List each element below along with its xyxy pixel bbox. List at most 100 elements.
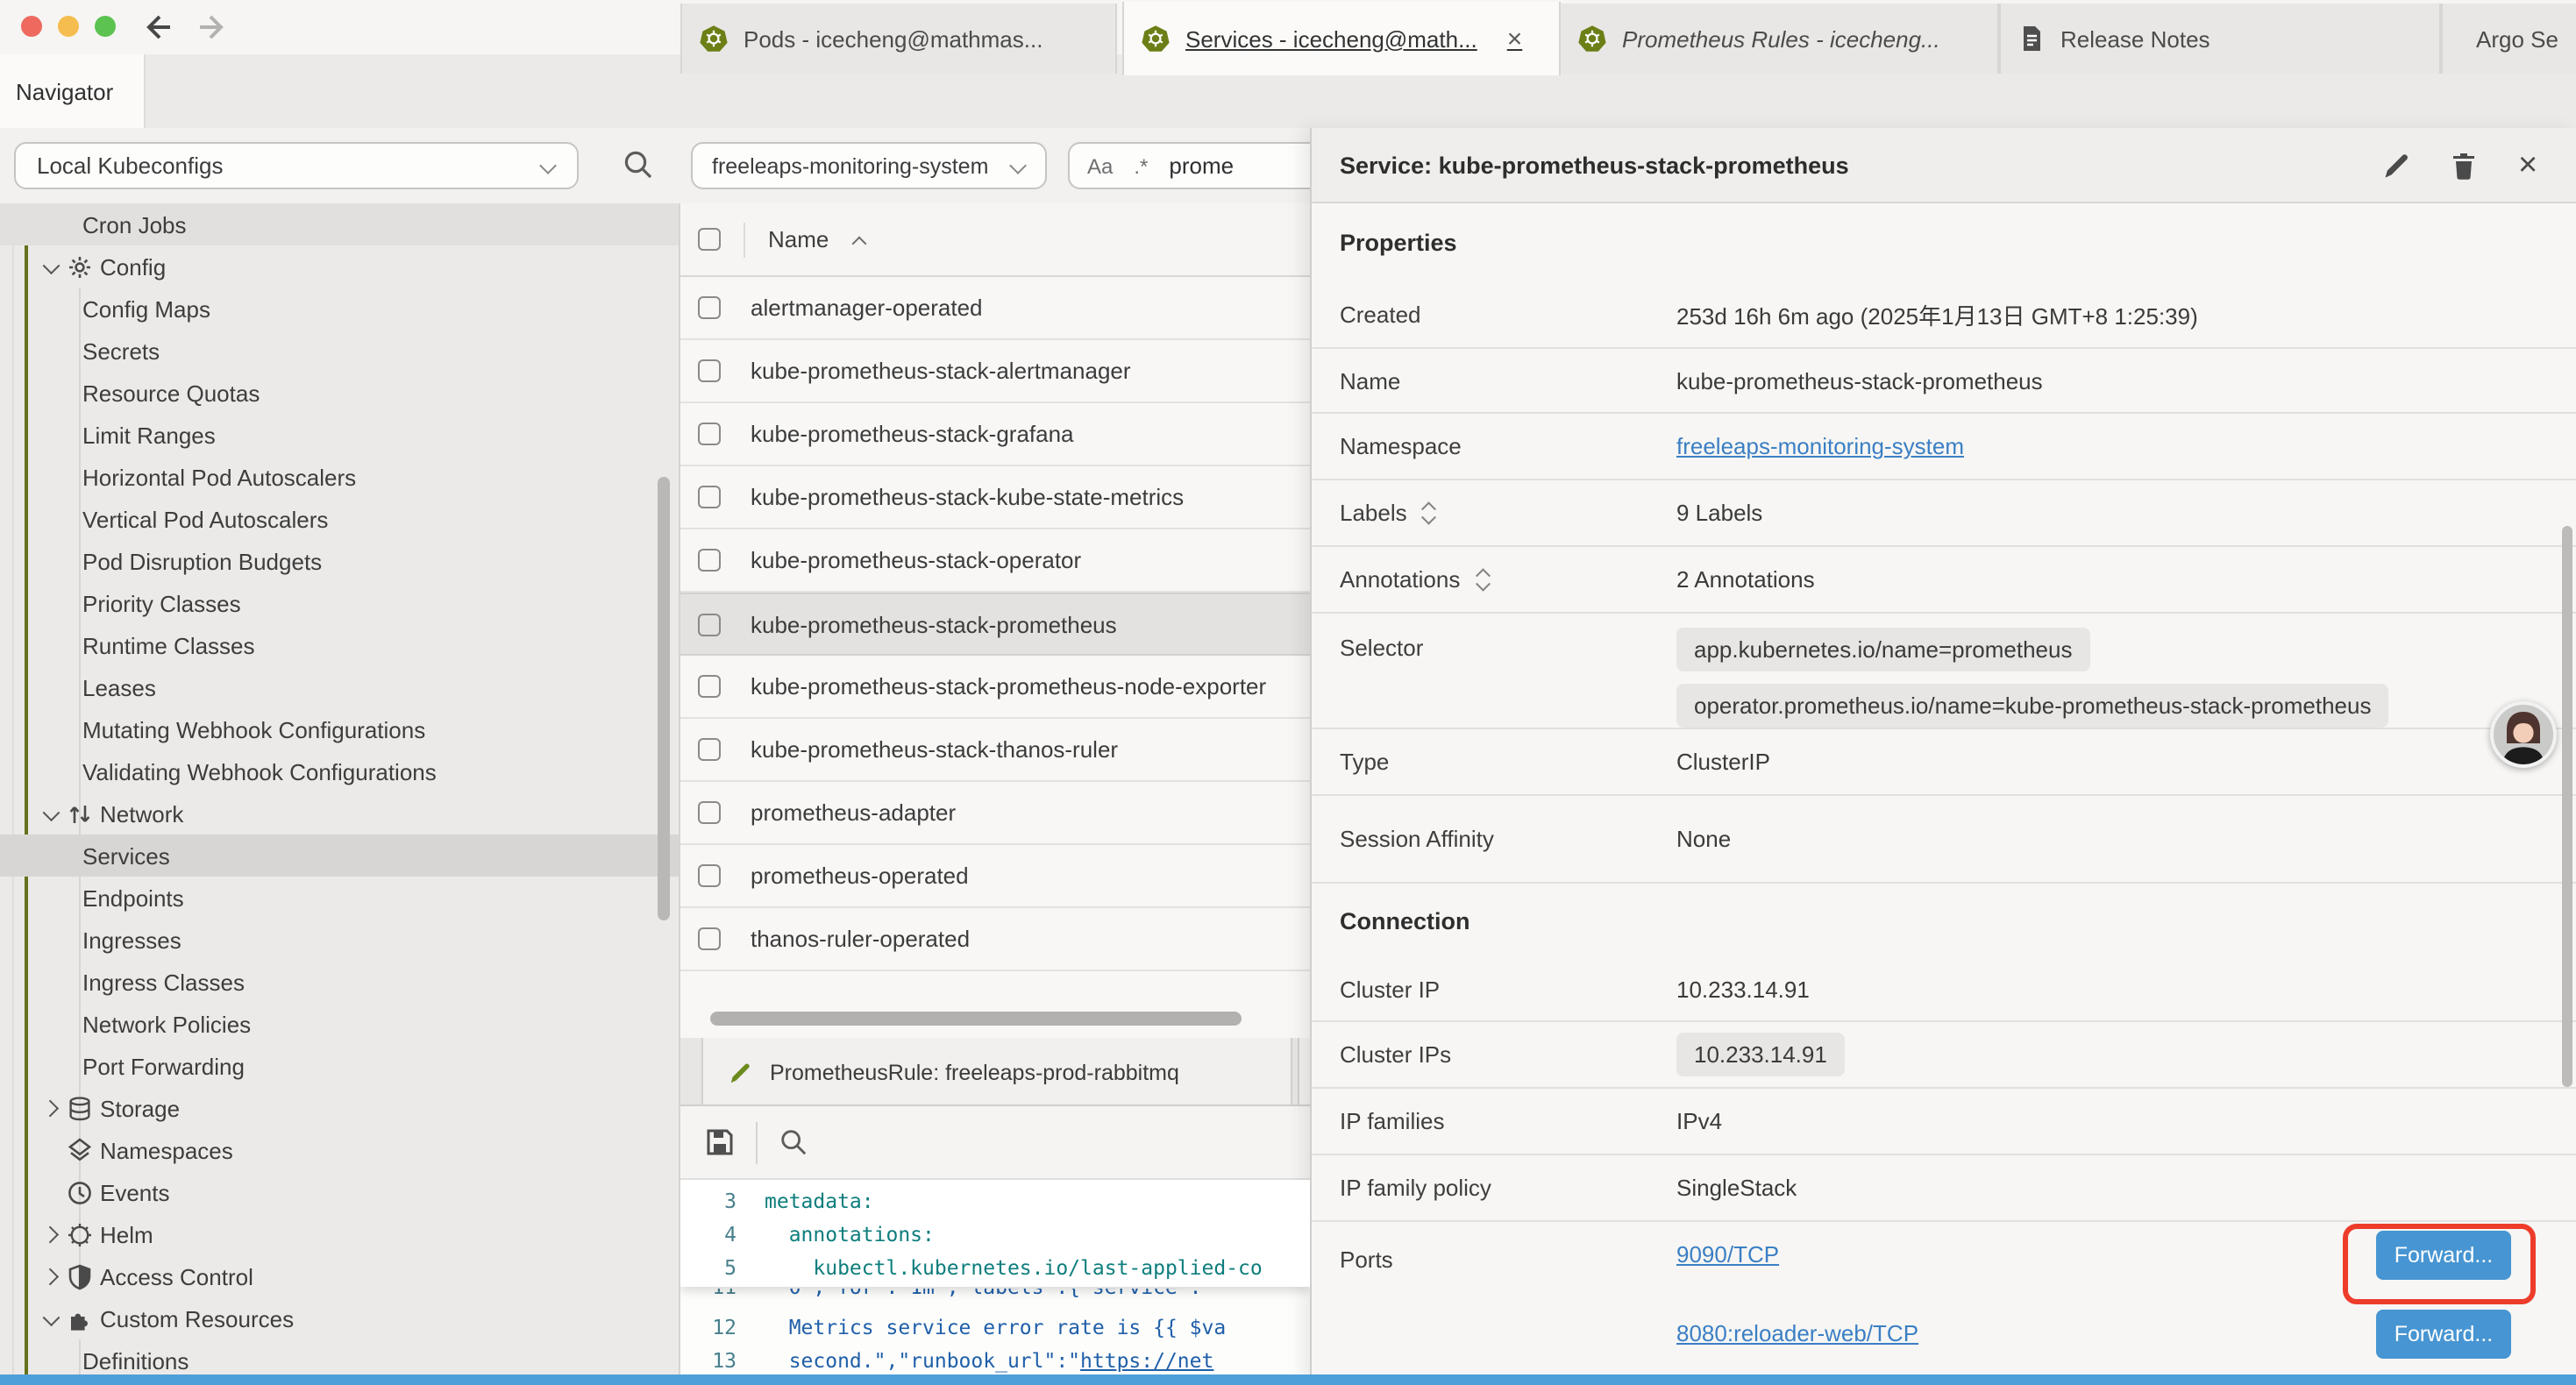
table-row[interactable]: kube-prometheus-stack-prometheus-node-ex… bbox=[680, 656, 1310, 719]
sidebar-item[interactable]: Mutating Webhook Configurations bbox=[0, 708, 679, 750]
sidebar-item[interactable]: Custom Resources bbox=[0, 1297, 679, 1339]
avatar[interactable] bbox=[2490, 701, 2557, 768]
expand-chevron-icon[interactable] bbox=[40, 1223, 63, 1246]
forward-button-8080[interactable]: Forward... bbox=[2376, 1310, 2511, 1359]
sidebar-item[interactable]: Cron Jobs bbox=[0, 203, 679, 245]
namespace-select[interactable]: freeleaps-monitoring-system bbox=[691, 142, 1047, 189]
ip-families-label: IP families bbox=[1312, 1108, 1676, 1134]
yaml-editor[interactable]: 11 0","for":"1m","labels":{"service": 12… bbox=[680, 1180, 1310, 1374]
close-tab-icon[interactable]: × bbox=[1507, 24, 1523, 53]
sidebar-item[interactable]: Secrets bbox=[0, 330, 679, 372]
sidebar-item[interactable]: Ingresses bbox=[0, 919, 679, 961]
navigator-tab[interactable]: Navigator bbox=[0, 54, 146, 128]
row-checkbox[interactable] bbox=[698, 423, 721, 445]
sidebar-item[interactable]: Network Policies bbox=[0, 1003, 679, 1045]
regex-icon[interactable]: .* bbox=[1134, 153, 1148, 178]
row-checkbox[interactable] bbox=[698, 296, 721, 319]
save-icon[interactable] bbox=[705, 1127, 735, 1157]
sort-updown-icon[interactable] bbox=[1423, 501, 1439, 525]
table-row[interactable]: alertmanager-operated bbox=[680, 277, 1310, 340]
editor-tab[interactable]: PrometheusRule: freeleaps-prod-rabbitmq bbox=[701, 1038, 1292, 1106]
name-column-header[interactable]: Name bbox=[768, 226, 829, 252]
row-checkbox[interactable] bbox=[698, 549, 721, 572]
sidebar-item[interactable]: Endpoints bbox=[0, 877, 679, 919]
close-window-button[interactable] bbox=[21, 16, 42, 37]
forward-icon[interactable] bbox=[195, 11, 228, 44]
row-checkbox[interactable] bbox=[698, 738, 721, 761]
search-input[interactable] bbox=[1169, 153, 1292, 179]
sidebar-item[interactable]: Ingress Classes bbox=[0, 961, 679, 1003]
select-all-checkbox[interactable] bbox=[698, 228, 721, 251]
expand-chevron-icon[interactable] bbox=[40, 1097, 63, 1119]
editor-tab-partial[interactable] bbox=[1298, 1038, 1310, 1106]
table-row[interactable]: kube-prometheus-stack-prometheus bbox=[680, 593, 1310, 656]
sidebar-item[interactable]: Leases bbox=[0, 666, 679, 708]
back-icon[interactable] bbox=[142, 11, 175, 44]
expand-chevron-icon[interactable] bbox=[40, 802, 63, 825]
app-tab[interactable]: Pods - icecheng@mathmas... × bbox=[680, 4, 1117, 74]
sidebar-item[interactable]: Horizontal Pod Autoscalers bbox=[0, 456, 679, 498]
expand-chevron-icon[interactable] bbox=[40, 1307, 63, 1330]
labels-value[interactable]: 9 Labels bbox=[1676, 500, 1762, 526]
kubeconfig-select[interactable]: Local Kubeconfigs bbox=[14, 142, 579, 189]
sidebar-item[interactable]: Events bbox=[0, 1171, 679, 1213]
sidebar-search-icon[interactable] bbox=[623, 149, 654, 181]
sidebar-item[interactable]: Priority Classes bbox=[0, 582, 679, 624]
app-tab[interactable]: Services - icecheng@math... × bbox=[1122, 2, 1561, 75]
delete-trash-icon[interactable] bbox=[2450, 150, 2480, 180]
table-row[interactable]: kube-prometheus-stack-thanos-ruler bbox=[680, 719, 1310, 782]
horizontal-scrollbar[interactable] bbox=[710, 1012, 1242, 1026]
table-row[interactable]: thanos-ruler-operated bbox=[680, 908, 1310, 971]
cluster-ips-chip[interactable]: 10.233.14.91 bbox=[1676, 1033, 1845, 1076]
sidebar-item[interactable]: Vertical Pod Autoscalers bbox=[0, 498, 679, 540]
annotations-value[interactable]: 2 Annotations bbox=[1676, 566, 1815, 593]
sidebar-item[interactable]: Resource Quotas bbox=[0, 372, 679, 414]
maximize-window-button[interactable] bbox=[95, 16, 116, 37]
sidebar-item[interactable]: Access Control bbox=[0, 1255, 679, 1297]
sort-updown-icon[interactable] bbox=[1476, 567, 1491, 592]
selector-chip[interactable]: operator.prometheus.io/name=kube-prometh… bbox=[1676, 684, 2389, 728]
port-8080-link[interactable]: 8080:reloader-web/TCP bbox=[1676, 1320, 1918, 1346]
sidebar-item[interactable]: Services bbox=[0, 835, 679, 877]
sort-asc-icon[interactable] bbox=[850, 231, 867, 248]
sidebar-item[interactable]: Config bbox=[0, 245, 679, 288]
table-row[interactable]: kube-prometheus-stack-alertmanager bbox=[680, 340, 1310, 403]
sidebar-item[interactable]: Helm bbox=[0, 1213, 679, 1255]
table-row[interactable]: prometheus-adapter bbox=[680, 782, 1310, 845]
sidebar-item[interactable]: Validating Webhook Configurations bbox=[0, 750, 679, 792]
sidebar-item[interactable]: Port Forwarding bbox=[0, 1045, 679, 1087]
app-tab[interactable]: Argo Se × bbox=[2441, 4, 2576, 74]
app-tab[interactable]: Release Notes × bbox=[1999, 4, 2441, 74]
sidebar-item[interactable]: Runtime Classes bbox=[0, 624, 679, 666]
sidebar-item[interactable]: Namespaces bbox=[0, 1129, 679, 1171]
selector-chip[interactable]: app.kubernetes.io/name=prometheus bbox=[1676, 628, 2089, 671]
row-checkbox[interactable] bbox=[698, 613, 721, 636]
match-case-icon[interactable]: Aa bbox=[1087, 153, 1113, 178]
port-9090-link[interactable]: 9090/TCP bbox=[1676, 1241, 1779, 1268]
app-tab[interactable]: Prometheus Rules - icecheng... × bbox=[1561, 4, 1999, 74]
sidebar-item[interactable]: Pod Disruption Budgets bbox=[0, 540, 679, 582]
sidebar-scrollbar[interactable] bbox=[658, 477, 670, 920]
table-row[interactable]: kube-prometheus-stack-kube-state-metrics bbox=[680, 466, 1310, 529]
row-checkbox[interactable] bbox=[698, 801, 721, 824]
sidebar-item[interactable]: Limit Ranges bbox=[0, 414, 679, 456]
editor-search-icon[interactable] bbox=[779, 1127, 808, 1157]
row-checkbox[interactable] bbox=[698, 675, 721, 698]
table-row[interactable]: prometheus-operated bbox=[680, 845, 1310, 908]
row-checkbox[interactable] bbox=[698, 486, 721, 508]
row-checkbox[interactable] bbox=[698, 864, 721, 887]
table-row[interactable]: kube-prometheus-stack-operator bbox=[680, 529, 1310, 593]
table-row[interactable]: kube-prometheus-stack-grafana bbox=[680, 403, 1310, 466]
expand-chevron-icon[interactable] bbox=[40, 1265, 63, 1288]
namespace-link[interactable]: freeleaps-monitoring-system bbox=[1676, 433, 1964, 459]
details-scrollbar[interactable] bbox=[2562, 526, 2572, 1087]
sidebar-item[interactable]: Storage bbox=[0, 1087, 679, 1129]
minimize-window-button[interactable] bbox=[58, 16, 79, 37]
row-checkbox[interactable] bbox=[698, 359, 721, 382]
expand-chevron-icon[interactable] bbox=[40, 255, 63, 278]
close-panel-icon[interactable]: × bbox=[2518, 150, 2548, 180]
sidebar-item[interactable]: Network bbox=[0, 792, 679, 835]
sidebar-item[interactable]: Config Maps bbox=[0, 288, 679, 330]
row-checkbox[interactable] bbox=[698, 927, 721, 950]
edit-pencil-icon[interactable] bbox=[2381, 150, 2411, 180]
